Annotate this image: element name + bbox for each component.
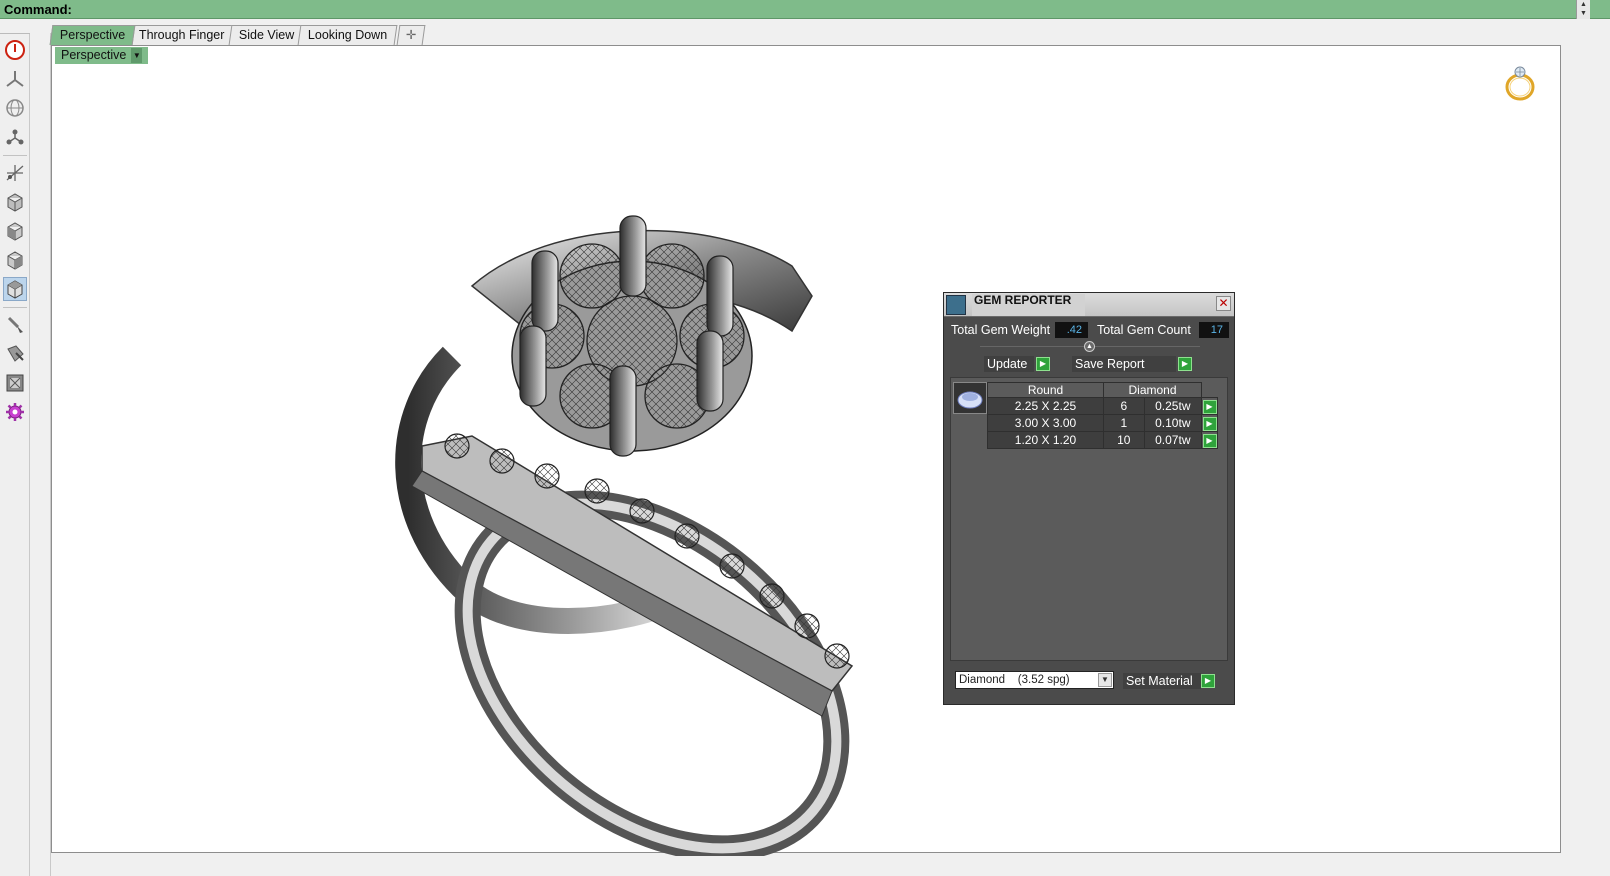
total-weight-value: .42 [1055,322,1088,338]
node-icon[interactable] [3,125,27,149]
gem-size-cell: 2.25 X 2.25 [987,397,1104,415]
toolbar-divider [3,307,27,308]
brush-icon[interactable] [3,313,27,337]
gem-count-cell: 1 [1103,414,1145,432]
gem-list[interactable]: Round Diamond 2.25 X 2.25 6 0.25tw ▶ 3.0… [950,377,1228,661]
viewport-perspective[interactable]: Perspective ▼ [51,45,1561,856]
gem-weight-cell: 0.10tw [1143,414,1203,432]
collapse-icon[interactable]: ▲ [1084,341,1095,352]
power-icon[interactable] [3,38,27,62]
gem-size-cell: 3.00 X 3.00 [987,414,1104,432]
save-arrow-icon[interactable]: ▶ [1178,357,1192,371]
cube-side-icon[interactable] [3,248,27,272]
command-scrollbar[interactable]: ▲ ▼ [1576,0,1590,19]
material-select-value: Diamond (3.52 spg) [959,674,1070,686]
gem-count-cell: 6 [1103,397,1145,415]
tab-label: Side View [238,28,295,42]
paint-icon[interactable] [3,342,27,366]
gear-icon[interactable] [3,400,27,424]
gem-size-cell: 1.20 X 1.20 [987,431,1104,449]
table-row[interactable]: 1.20 X 1.20 10 0.07tw ▶ [987,431,1218,449]
plus-icon: ✛ [406,28,417,42]
frame-icon[interactable] [3,371,27,395]
tab-label: Perspective [59,28,126,42]
material-select[interactable]: Diamond (3.52 spg) ▼ [955,671,1114,689]
row-arrow-icon[interactable]: ▶ [1201,397,1218,415]
chevron-down-icon[interactable]: ▼ [131,48,143,63]
update-arrow-icon[interactable]: ▶ [1036,357,1050,371]
update-label: Update [987,357,1028,371]
cube-icon[interactable] [3,190,27,214]
save-report-label: Save Report [1075,357,1145,371]
cube-top-icon[interactable] [3,277,27,301]
chevron-down-icon[interactable]: ▼ [1098,673,1112,687]
toolbar-grip [0,33,30,37]
save-report-button[interactable]: Save Report [1072,356,1176,372]
gem-count-cell: 10 [1103,431,1145,449]
gem-shape-icon [953,382,987,414]
view-tabs: Perspective Through Finger Side View Loo… [49,25,426,46]
gem-reporter-title: GEM REPORTER [972,294,1085,316]
tab-label: Through Finger [139,28,225,42]
cube-front-icon[interactable] [3,219,27,243]
toolbar-gap [31,33,51,876]
total-count-label: Total Gem Count [1097,323,1191,337]
update-button[interactable]: Update [984,356,1034,372]
set-material-arrow-icon[interactable]: ▶ [1201,674,1215,688]
gem-reporter-titlebar[interactable]: GEM REPORTER ✕ [944,293,1234,317]
tab-label: Looking Down [308,28,388,42]
total-count-value: 17 [1199,322,1229,338]
left-toolbar [0,33,30,876]
axis-icon[interactable] [3,67,27,91]
toolbar-divider [3,155,27,156]
table-row[interactable]: 2.25 X 2.25 6 0.25tw ▶ [987,397,1218,415]
command-label: Command: [4,2,72,17]
gem-table: Round Diamond 2.25 X 2.25 6 0.25tw ▶ 3.0… [987,382,1218,449]
set-material-label: Set Material [1126,674,1193,688]
close-icon[interactable]: ✕ [1216,296,1231,311]
transform-icon[interactable] [3,161,27,185]
total-weight-label: Total Gem Weight [951,323,1051,337]
column-header: Round [987,382,1104,398]
set-material-button[interactable]: Set Material [1123,673,1201,689]
row-arrow-icon[interactable]: ▶ [1201,431,1218,449]
tab-side-view[interactable]: Side View [228,25,305,45]
tab-through-finger[interactable]: Through Finger [128,25,236,45]
command-bar[interactable]: Command: ▲ ▼ [0,0,1610,19]
column-header: Diamond [1103,382,1202,398]
right-margin [1562,45,1610,876]
viewport-label-text: Perspective [61,48,127,62]
ring-3d-model[interactable] [352,156,872,856]
tab-perspective[interactable]: Perspective [49,25,136,45]
ring-logo-icon [1505,66,1535,101]
gem-weight-cell: 0.25tw [1143,397,1203,415]
table-row[interactable]: 3.00 X 3.00 1 0.10tw ▶ [987,414,1218,432]
tab-looking-down[interactable]: Looking Down [297,25,398,45]
gem-weight-cell: 0.07tw [1143,431,1203,449]
gem-reporter-panel: GEM REPORTER ✕ Total Gem Weight .42 Tota… [943,292,1235,705]
globe-icon[interactable] [3,96,27,120]
gem-reporter-icon [946,295,966,315]
add-tab-button[interactable]: ✛ [396,25,426,45]
row-arrow-icon[interactable]: ▶ [1201,414,1218,432]
viewport-label[interactable]: Perspective ▼ [55,47,149,64]
table-header-row: Round Diamond [987,382,1218,398]
